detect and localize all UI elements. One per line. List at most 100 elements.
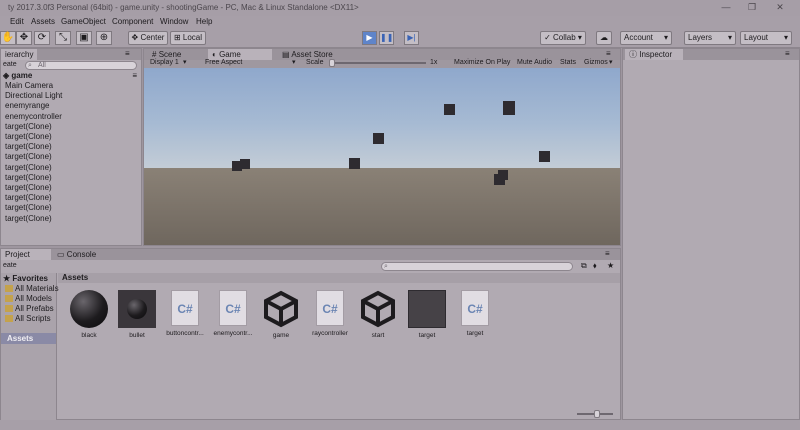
main-toolbar: ✋ ✥ ⟳ ⤡ ▣ ⊕ ✥ Center ⊞ Local ▶ ❚❚ ▶| ✓ C… (0, 28, 800, 48)
hierarchy-panel: ierarchy ≡ eate ⌕ All ◈ game ≡ Main Came… (0, 48, 142, 246)
layout-dropdown[interactable]: Layout ▾ (740, 31, 792, 45)
scene-root[interactable]: ◈ game ≡ (3, 71, 141, 81)
hierarchy-item-target-clone[interactable]: target(Clone) (5, 122, 52, 132)
maximize-icon[interactable]: ❐ (744, 1, 760, 14)
search-icon: ⌕ (28, 62, 32, 69)
panel-menu-icon[interactable]: ≡ (605, 249, 610, 258)
menu-gameobject[interactable]: GameObject (61, 16, 106, 28)
target-cube (444, 104, 455, 115)
asset-enemycontroller[interactable]: C# enemycontr... (209, 290, 257, 337)
filter-label-icon[interactable]: ⬧ (593, 261, 597, 271)
favorite-all-prefabs[interactable]: All Prefabs (5, 304, 54, 314)
window-title: ty 2017.3.0f3 Personal (64bit) - game.un… (8, 3, 359, 12)
material-sphere-icon (70, 290, 108, 328)
target-cube (240, 159, 250, 169)
close-icon[interactable]: ✕ (772, 1, 788, 14)
asset-black[interactable]: black (65, 290, 113, 339)
gizmos-dropdown[interactable]: Gizmos (584, 58, 608, 68)
hierarchy-item-main-camera[interactable]: Main Camera (5, 81, 53, 91)
menu-window[interactable]: Window (160, 16, 188, 28)
menu-help[interactable]: Help (196, 16, 212, 28)
search-icon: ⌕ (384, 263, 388, 270)
collab-button[interactable]: ✓ Collab ▾ (540, 31, 586, 45)
panel-menu-icon[interactable]: ≡ (125, 49, 130, 58)
minimize-icon[interactable]: — (718, 1, 734, 14)
hierarchy-item-target-clone[interactable]: target(Clone) (5, 173, 52, 183)
hierarchy-item-target-clone[interactable]: target(Clone) (5, 214, 52, 224)
asset-target-script[interactable]: C# target (451, 290, 499, 337)
asset-target-prefab[interactable]: target (403, 290, 451, 339)
scale-slider-thumb[interactable] (329, 59, 335, 67)
aspect-dropdown[interactable]: Free Aspect (205, 58, 242, 68)
menu-assets[interactable]: Assets (31, 16, 55, 28)
scene-menu-icon[interactable]: ≡ (132, 71, 137, 80)
maximize-on-play-toggle[interactable]: Maximize On Play (454, 58, 510, 68)
layers-dropdown[interactable]: Layers ▾ (684, 31, 736, 45)
favorite-star-icon[interactable]: ★ (607, 261, 614, 270)
panel-menu-icon[interactable]: ≡ (606, 49, 611, 58)
rotate-tool-icon[interactable]: ⟳ (34, 31, 50, 45)
asset-raycontroller[interactable]: C# raycontroller (306, 290, 354, 337)
hierarchy-item-enemycontroller[interactable]: enemycontroller (5, 112, 62, 122)
tab-inspector[interactable]: ⓘ Inspector (625, 49, 683, 60)
hand-tool-icon[interactable]: ✋ (0, 31, 16, 45)
step-button[interactable]: ▶| (404, 31, 419, 45)
favorite-all-models[interactable]: All Models (5, 294, 52, 304)
menu-component[interactable]: Component (112, 16, 153, 28)
asset-buttoncontroller[interactable]: C# buttoncontr... (161, 290, 209, 337)
menu-edit[interactable]: Edit (10, 16, 24, 28)
check-icon: ✓ (544, 33, 551, 42)
center-pivot-button[interactable]: ✥ Center (128, 31, 168, 45)
mute-audio-toggle[interactable]: Mute Audio (517, 58, 552, 68)
asset-label: start (371, 332, 385, 339)
display-dropdown[interactable]: Display 1 (150, 58, 179, 68)
tab-hierarchy[interactable]: ierarchy (1, 49, 38, 60)
scale-slider-track[interactable] (330, 62, 426, 64)
hierarchy-item-target-clone[interactable]: target(Clone) (5, 142, 52, 152)
rect-tool-icon[interactable]: ▣ (76, 31, 92, 45)
hierarchy-item-directional-light[interactable]: Directional Light (5, 91, 62, 101)
favorites-header[interactable]: ★ Favorites (3, 274, 48, 283)
chevron-down-icon: ▾ (609, 59, 613, 66)
cloud-icon: ☁ (600, 33, 608, 42)
create-dropdown[interactable]: eate (3, 61, 17, 68)
asset-bullet[interactable]: bullet (113, 290, 161, 339)
create-dropdown[interactable]: eate (3, 262, 17, 269)
hierarchy-item-target-clone[interactable]: target(Clone) (5, 132, 52, 142)
tab-console[interactable]: ▭ Console (53, 249, 100, 260)
project-search-input[interactable]: ⌕ (381, 262, 573, 271)
filter-type-icon[interactable]: ⧉ (581, 261, 587, 271)
scale-tool-icon[interactable]: ⤡ (55, 31, 71, 45)
asset-start-scene[interactable]: start (354, 290, 402, 339)
favorite-all-scripts[interactable]: All Scripts (5, 314, 51, 324)
hierarchy-item-target-clone[interactable]: target(Clone) (5, 163, 52, 173)
hierarchy-item-enemyrange[interactable]: enemyrange (5, 101, 49, 111)
account-dropdown[interactable]: Account ▾ (620, 31, 672, 45)
hierarchy-item-target-clone[interactable]: target(Clone) (5, 183, 52, 193)
cloud-button[interactable]: ☁ (596, 31, 612, 45)
asset-game-scene[interactable]: game (257, 290, 305, 339)
panel-menu-icon[interactable]: ≡ (785, 49, 790, 58)
hierarchy-item-target-clone[interactable]: target(Clone) (5, 193, 52, 203)
tab-project[interactable]: Project (1, 249, 51, 260)
move-tool-icon[interactable]: ✥ (16, 31, 32, 45)
assets-folder-item[interactable]: Assets (1, 333, 56, 344)
step-icon: ▶| (407, 33, 416, 42)
stats-toggle[interactable]: Stats (560, 58, 576, 68)
hierarchy-search-input[interactable]: ⌕ All (25, 61, 137, 70)
transform-tool-icon[interactable]: ⊕ (96, 31, 112, 45)
assets-breadcrumb[interactable]: Assets (58, 273, 620, 283)
menu-bar: Edit Assets GameObject Component Window … (0, 16, 800, 28)
favorite-all-materials[interactable]: All Materials (5, 284, 59, 294)
hierarchy-item-target-clone[interactable]: target(Clone) (5, 203, 52, 213)
play-button[interactable]: ▶ (362, 31, 377, 45)
game-view-render[interactable] (144, 68, 620, 245)
local-icon: ⊞ (173, 33, 181, 42)
search-folder-icon (5, 295, 13, 302)
icon-size-slider-thumb[interactable] (594, 410, 600, 418)
chevron-down-icon: ▾ (727, 33, 732, 42)
sphere-icon (127, 299, 147, 319)
pause-button[interactable]: ❚❚ (379, 31, 394, 45)
local-space-button[interactable]: ⊞ Local (170, 31, 206, 45)
hierarchy-item-target-clone[interactable]: target(Clone) (5, 152, 52, 162)
